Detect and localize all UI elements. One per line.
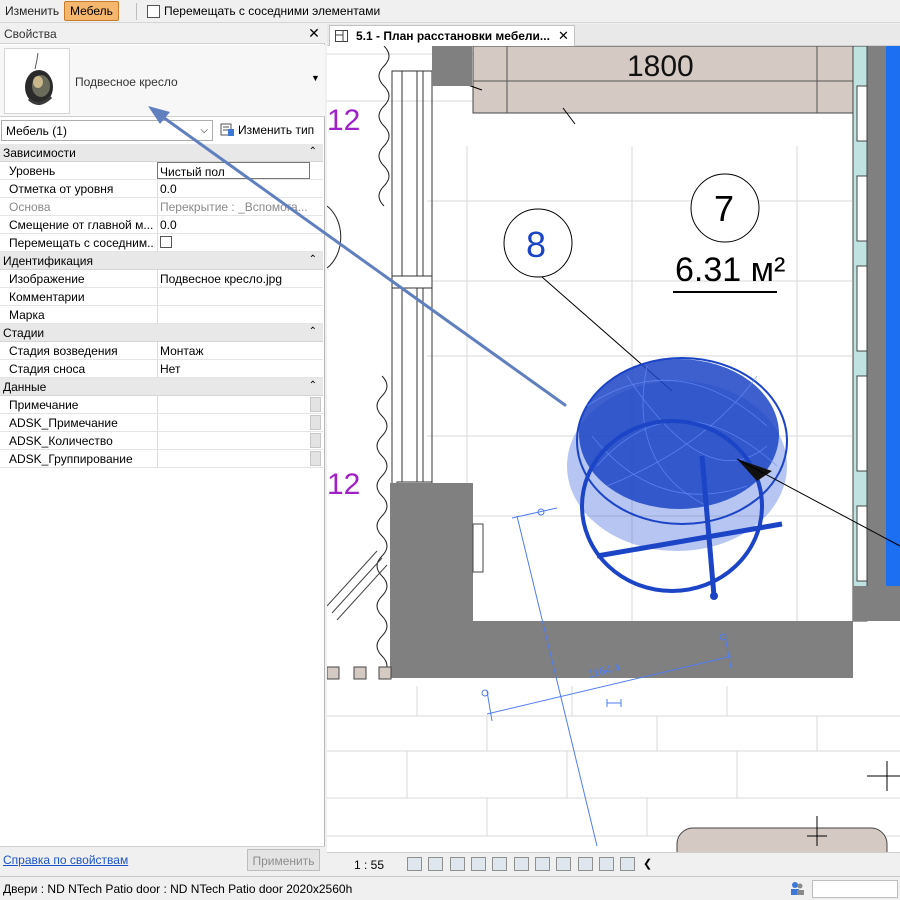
view-control-bar: 1 : 55 ❮ bbox=[327, 852, 900, 876]
detail-level-icon[interactable] bbox=[407, 857, 422, 871]
analytical-model-icon[interactable] bbox=[599, 857, 615, 871]
status-bar: Двери : ND NTech Patio door : ND NTech P… bbox=[0, 876, 900, 900]
chevron-left-icon[interactable]: ❮ bbox=[643, 857, 652, 870]
view-scale[interactable]: 1 : 55 bbox=[354, 858, 384, 872]
status-filter-field[interactable] bbox=[812, 880, 898, 898]
users-icon[interactable] bbox=[789, 881, 805, 896]
worksharing-icon[interactable] bbox=[577, 857, 593, 871]
shadows-icon[interactable] bbox=[471, 857, 487, 871]
constraints-icon[interactable] bbox=[620, 857, 636, 871]
temporary-hide-icon[interactable] bbox=[535, 857, 551, 871]
visual-style-icon[interactable] bbox=[428, 857, 444, 871]
crop-view-icon[interactable] bbox=[492, 857, 508, 871]
status-text: Двери : ND NTech Patio door : ND NTech P… bbox=[3, 882, 353, 896]
view-control-icons bbox=[407, 857, 638, 871]
annotation-arrow bbox=[148, 106, 567, 407]
show-crop-region-icon[interactable] bbox=[513, 857, 529, 871]
reveal-hidden-icon[interactable] bbox=[556, 857, 572, 871]
sun-path-icon[interactable] bbox=[449, 857, 465, 871]
